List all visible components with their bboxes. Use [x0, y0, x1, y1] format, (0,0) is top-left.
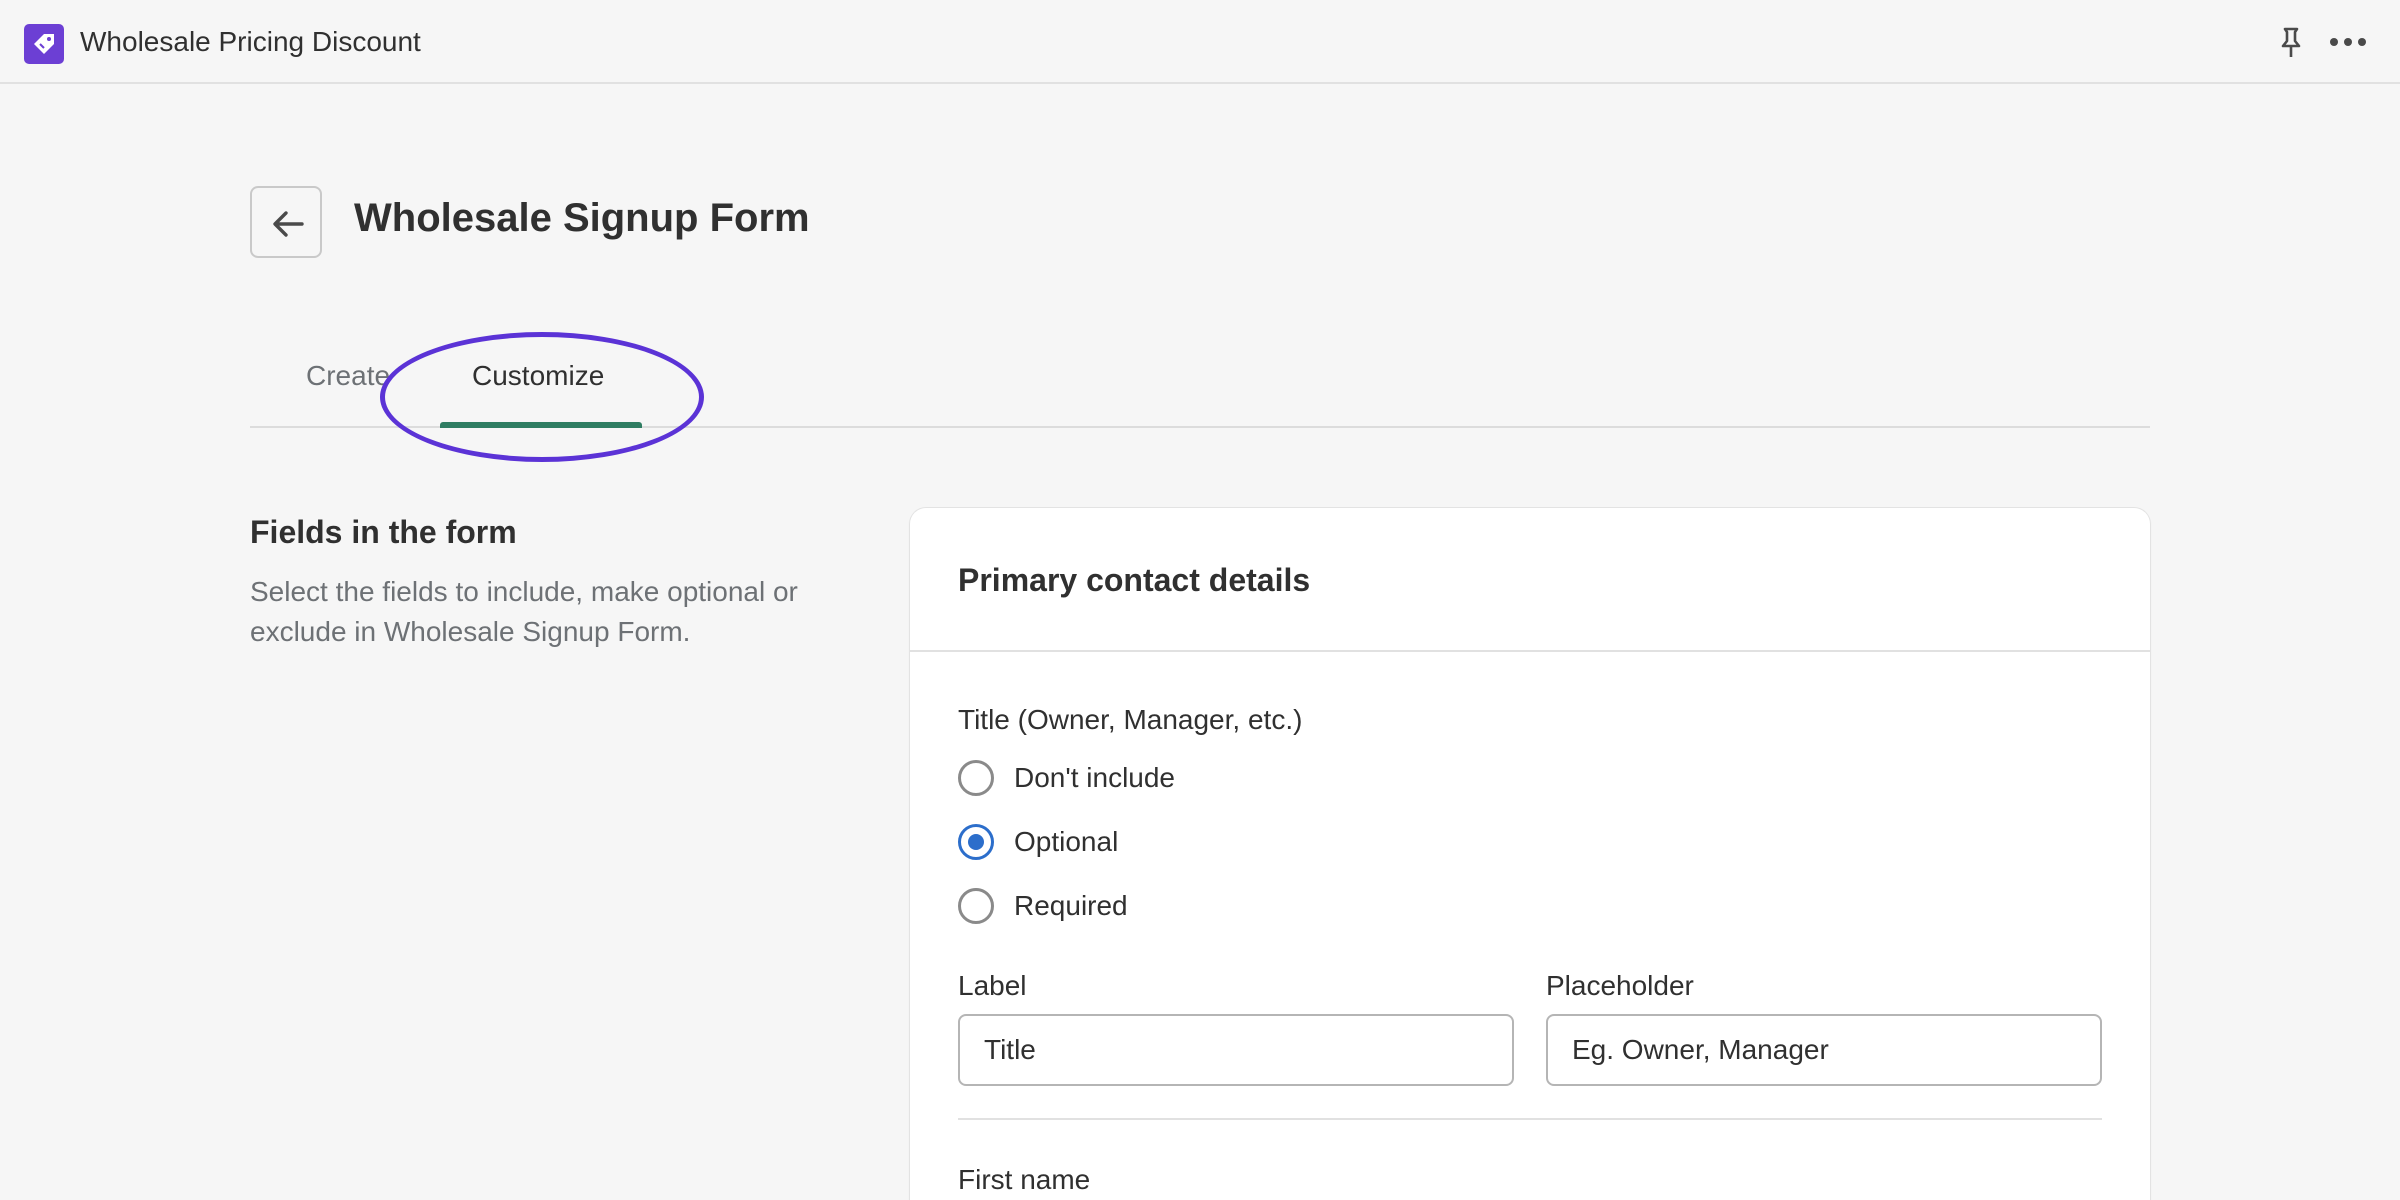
card-title: Primary contact details [958, 562, 1311, 598]
card-header: Primary contact details [910, 508, 2150, 652]
field-first-name-heading: First name [958, 1164, 1091, 1195]
field-title-heading: Title (Owner, Manager, etc.) [958, 704, 1303, 735]
radio-optional[interactable]: Optional [958, 822, 1458, 862]
primary-contact-card: Primary contact details Title (Owner, Ma… [910, 508, 2150, 1200]
radio-label: Required [1014, 890, 1128, 921]
app-title: Wholesale Pricing Discount [80, 26, 421, 57]
radio-button[interactable] [958, 760, 994, 796]
placeholder-input-label: Placeholder [1546, 970, 1694, 1001]
radio-label: Optional [1014, 826, 1119, 857]
radio-dont-include[interactable]: Don't include [958, 758, 1458, 798]
app-top-bar: Wholesale Pricing Discount [0, 0, 2400, 84]
tag-icon [24, 24, 64, 64]
placeholder-input[interactable] [1546, 1014, 2102, 1086]
section-heading: Fields in the form [250, 514, 517, 550]
pin-icon[interactable] [2276, 26, 2306, 60]
page-title: Wholesale Signup Form [354, 196, 810, 240]
tab-create[interactable]: Create [306, 360, 390, 392]
label-input-label: Label [958, 970, 1027, 1001]
back-button[interactable] [250, 186, 322, 258]
divider [958, 1118, 2102, 1120]
section-description: Select the fields to include, make optio… [250, 576, 798, 647]
label-input[interactable] [958, 1014, 1514, 1086]
tab-customize[interactable]: Customize [472, 360, 604, 392]
arrow-left-icon [273, 211, 304, 237]
radio-button-checked[interactable] [958, 824, 994, 860]
tab-bar: Create Customize [250, 340, 2150, 428]
more-horizontal-icon[interactable] [2328, 24, 2368, 60]
radio-button[interactable] [958, 888, 994, 924]
radio-label: Don't include [1014, 762, 1175, 793]
selected-tab-indicator [440, 422, 642, 428]
radio-required[interactable]: Required [958, 886, 1458, 926]
